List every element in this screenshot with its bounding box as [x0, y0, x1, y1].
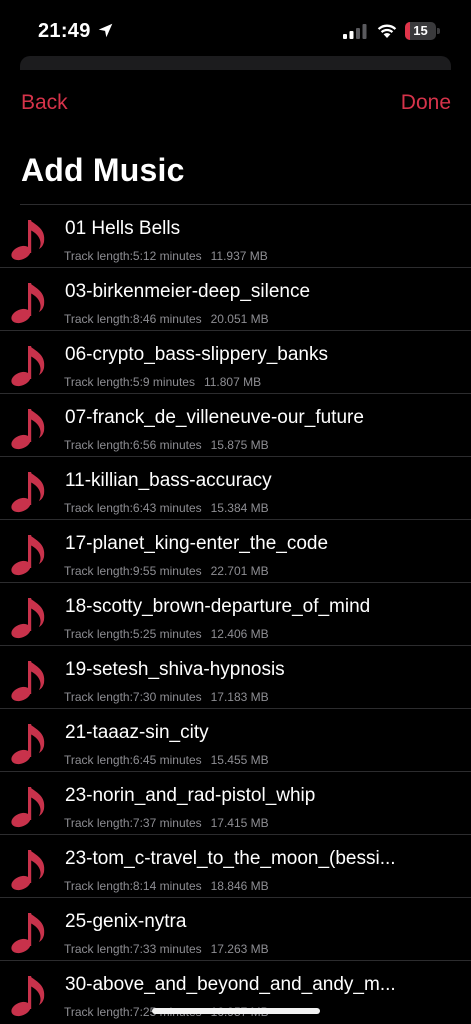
track-title: 21-taaaz-sin_city: [65, 722, 209, 743]
track-row[interactable]: 03-birkenmeier-deep_silence Track length:…: [0, 267, 471, 330]
track-title: 03-birkenmeier-deep_silence: [65, 281, 311, 302]
status-bar: 21:49 15: [0, 0, 471, 56]
wifi-icon: [377, 24, 397, 38]
battery-percentage: 15: [413, 23, 428, 38]
home-indicator[interactable]: [152, 1008, 320, 1014]
music-note-icon: [11, 661, 45, 702]
music-note-icon: [11, 913, 45, 954]
back-button[interactable]: Back: [21, 91, 68, 115]
track-length: Track length:5:25 minutes: [64, 627, 202, 641]
track-meta: Track length:9:55 minutes 22.701 MB: [64, 564, 269, 578]
track-row[interactable]: 25-genix-nytra Track length:7:33 minutes 1…: [0, 897, 471, 960]
track-size: 15.384 MB: [210, 501, 269, 515]
done-button[interactable]: Done: [401, 91, 451, 115]
track-title: 30-above_and_beyond_and_andy_m...: [65, 974, 396, 995]
track-title: 17-planet_king-enter_the_code: [65, 533, 329, 554]
track-title: 23-norin_and_rad-pistol_whip: [65, 785, 316, 806]
track-length: Track length:7:33 minutes: [64, 942, 202, 956]
track-size: 11.937 MB: [210, 249, 268, 263]
page-title: Add Music: [21, 152, 185, 188]
battery-body: 15: [405, 22, 436, 40]
track-title: 11-killian_bass-accuracy: [65, 470, 272, 491]
track-size: 17.183 MB: [210, 690, 269, 704]
track-row[interactable]: 06-crypto_bass-slippery_banks Track lengt…: [0, 330, 471, 393]
track-length: Track length:9:55 minutes: [64, 564, 202, 578]
track-row[interactable]: 01 Hells Bells Track length:5:12 minutes 1…: [11, 204, 471, 267]
track-row[interactable]: 21-taaaz-sin_city Track length:6:45 minut…: [0, 708, 471, 771]
track-list[interactable]: 01 Hells Bells Track length:5:12 minutes 1…: [0, 204, 471, 1023]
track-title: 07-franck_de_villeneuve-our_future: [65, 407, 364, 428]
track-length: Track length:7:37 minutes: [64, 816, 202, 830]
track-length: Track length:8:46 minutes: [64, 312, 202, 326]
track-length: Track length:5:9 minutes: [64, 375, 195, 389]
track-size: 15.875 MB: [210, 438, 269, 452]
track-meta: Track length:5:12 minutes 11.937 MB: [64, 249, 268, 263]
track-length: Track length:8:14 minutes: [64, 879, 202, 893]
music-note-icon: [11, 598, 45, 639]
track-meta: Track length:6:56 minutes 15.875 MB: [64, 438, 269, 452]
music-note-icon: [11, 283, 45, 324]
track-title: 06-crypto_bass-slippery_banks: [65, 344, 328, 365]
sheet-top-edge: [20, 56, 451, 70]
track-size: 20.051 MB: [210, 312, 269, 326]
track-title: 19-setesh_shiva-hypnosis: [65, 659, 285, 680]
track-row[interactable]: 18-scotty_brown-departure_of_mind Track l…: [0, 582, 471, 645]
track-length: Track length:7:30 minutes: [64, 690, 202, 704]
track-length: Track length:6:43 minutes: [64, 501, 202, 515]
track-row[interactable]: 11-killian_bass-accuracy Track length:6:4…: [0, 456, 471, 519]
track-meta: Track length:5:25 minutes 12.406 MB: [64, 627, 269, 641]
track-title: 23-tom_c-travel_to_the_moon_(bessi...: [65, 848, 396, 869]
track-row[interactable]: 23-tom_c-travel_to_the_moon_(bessi... Tra…: [0, 834, 471, 897]
track-title: 25-genix-nytra: [65, 911, 187, 932]
music-note-icon: [11, 724, 45, 765]
track-length: Track length:6:56 minutes: [64, 438, 202, 452]
track-size: 12.406 MB: [210, 627, 269, 641]
track-meta: Track length:7:33 minutes 17.263 MB: [64, 942, 269, 956]
track-meta: Track length:7:30 minutes 17.183 MB: [64, 690, 269, 704]
track-title: 01 Hells Bells: [65, 218, 181, 239]
location-arrow-icon: [98, 23, 113, 38]
track-size: 18.846 MB: [210, 879, 269, 893]
track-row[interactable]: 23-norin_and_rad-pistol_whip Track length…: [0, 771, 471, 834]
track-size: 11.807 MB: [203, 375, 262, 389]
track-size: 15.455 MB: [210, 753, 269, 767]
track-meta: Track length:6:45 minutes 15.455 MB: [64, 753, 269, 767]
music-note-icon: [11, 787, 45, 828]
track-size: 17.263 MB: [210, 942, 269, 956]
track-length: Track length:6:45 minutes: [64, 753, 202, 767]
track-meta: Track length:8:14 minutes 18.846 MB: [64, 879, 269, 893]
music-note-icon: [11, 535, 45, 576]
track-meta: Track length:7:37 minutes 17.415 MB: [64, 816, 269, 830]
music-note-icon: [11, 346, 45, 387]
track-row[interactable]: 17-planet_king-enter_the_code Track lengt…: [0, 519, 471, 582]
music-note-icon: [11, 472, 45, 513]
music-note-icon: [11, 409, 45, 450]
cellular-signal-icon: [343, 24, 367, 39]
track-title: 18-scotty_brown-departure_of_mind: [65, 596, 371, 617]
battery-cap: [437, 28, 440, 34]
track-size: 17.415 MB: [210, 816, 269, 830]
track-size: 22.701 MB: [210, 564, 269, 578]
music-note-icon: [11, 850, 45, 891]
track-meta: Track length:5:9 minutes 11.807 MB: [64, 375, 261, 389]
music-note-icon: [11, 220, 45, 261]
track-meta: Track length:8:46 minutes 20.051 MB: [64, 312, 269, 326]
track-row[interactable]: 07-franck_de_villeneuve-our_future Track …: [0, 393, 471, 456]
track-meta: Track length:6:43 minutes 15.384 MB: [64, 501, 269, 515]
track-length: Track length:5:12 minutes: [64, 249, 202, 263]
track-row[interactable]: 19-setesh_shiva-hypnosis Track length:7:3…: [0, 645, 471, 708]
battery-indicator: 15: [405, 22, 441, 40]
music-note-icon: [11, 976, 45, 1017]
status-time: 21:49: [38, 20, 91, 42]
